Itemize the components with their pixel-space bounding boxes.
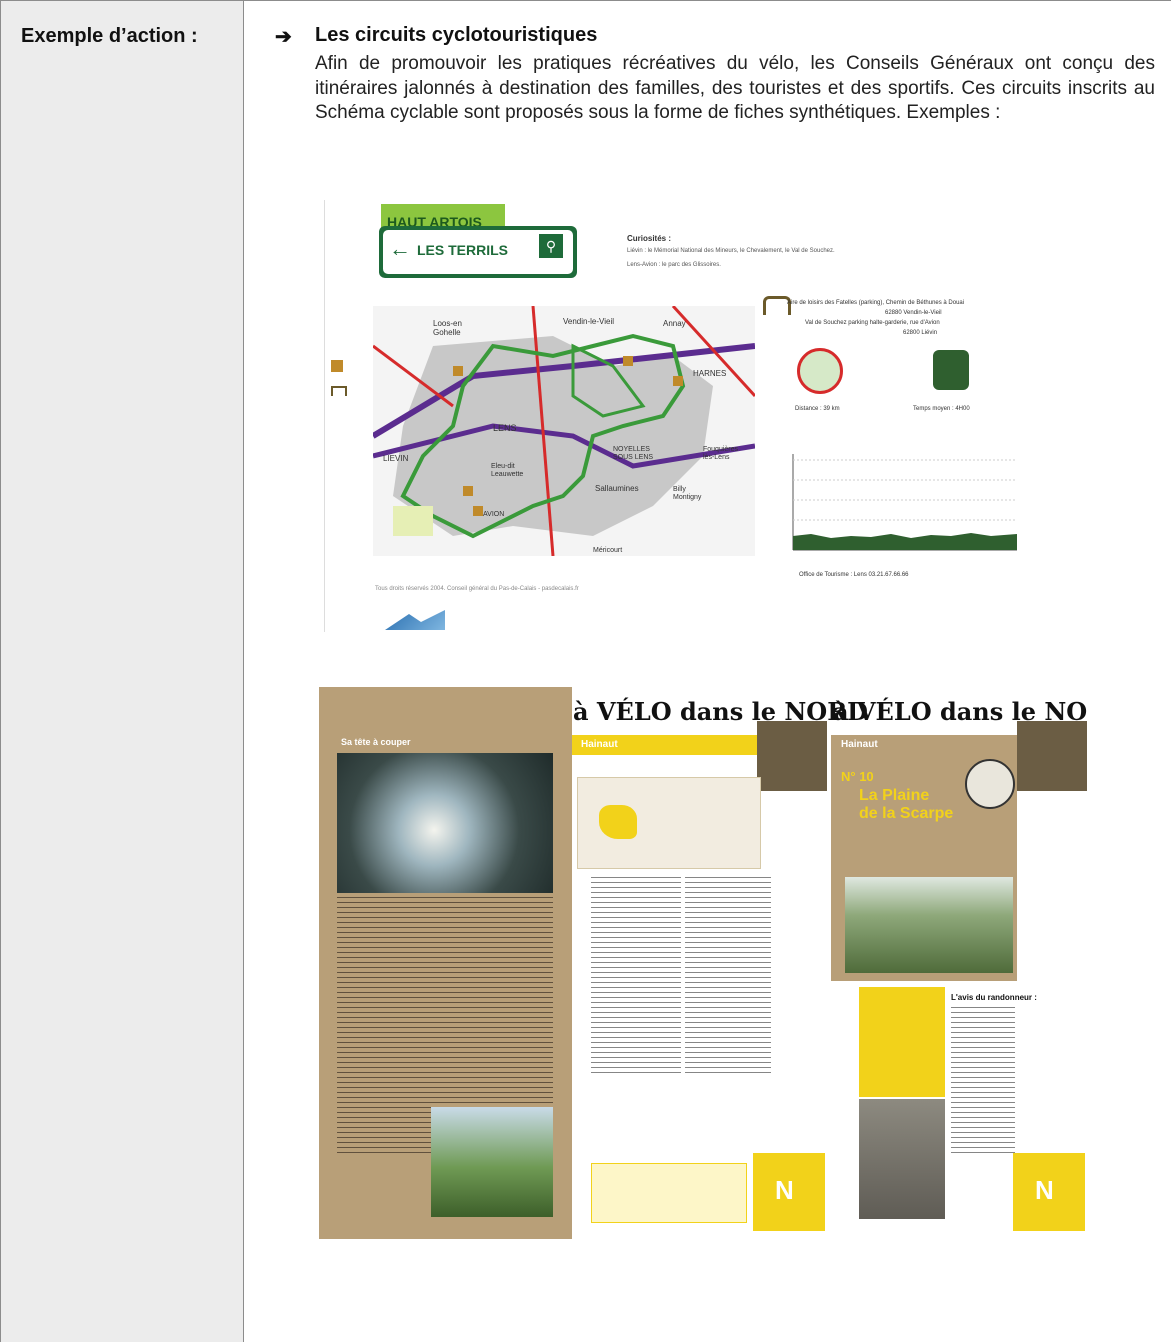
time-text: Temps moyen : 4H00: [913, 406, 970, 412]
route-map: Loos-en Gohelle Vendin-le-Vieil Annay LE…: [373, 306, 755, 556]
arch-icon: [331, 386, 347, 396]
middle-text-col-1: [591, 877, 681, 1077]
curiosites-line-1: Liévin : le Mémorial National des Mineur…: [627, 248, 835, 254]
row-label: Exemple d’action :: [21, 25, 198, 47]
info-box: [591, 1163, 747, 1223]
route-sheet-haut-artois: HAUT ARTOIS ← LES TERRILS ⚲ Curiosités :…: [324, 200, 1085, 632]
logo-pas-de-calais: [385, 610, 445, 630]
route-title-line-2: de la Scarpe: [859, 805, 954, 822]
facettes-badge-2: [1017, 721, 1087, 791]
locator-highlight: [599, 805, 637, 839]
svg-text:LENS: LENS: [493, 423, 517, 433]
svg-text:Billy: Billy: [673, 486, 686, 493]
curiosites-line-2: Lens-Avion : le parc des Glissoires.: [627, 262, 721, 268]
curiosites-title: Curiosités :: [627, 234, 672, 243]
sidebar-yellow-box: [859, 987, 945, 1097]
nord-logo-2-letter: N: [1035, 1175, 1054, 1205]
nord-logo-1-letter: N: [775, 1175, 794, 1205]
route-sign-label: LES TERRILS: [417, 242, 509, 258]
label-cell: Exemple d’action :: [0, 0, 244, 1342]
facettes-badge-1: [757, 721, 827, 791]
parking-line-2: 62880 Vendin-le-Vieil: [885, 310, 942, 316]
cyclist-icon: [797, 348, 843, 394]
left-panel-title: Sa tête à couper: [341, 737, 411, 747]
svg-text:SOUS LENS: SOUS LENS: [613, 454, 653, 461]
svg-text:Leauwette: Leauwette: [491, 471, 523, 478]
emblem-icon: [965, 759, 1015, 809]
hainaut-label-1: Hainaut: [581, 739, 618, 750]
bicycle-icon: ⚲: [539, 234, 563, 258]
parking-icon: [331, 360, 343, 372]
church-photo: [859, 1099, 945, 1219]
parking-line-3: Val de Souchez parking halte-garderie, r…: [805, 320, 940, 326]
svg-text:lès-Lens: lès-Lens: [703, 454, 730, 461]
reeds-photo: [845, 877, 1013, 973]
hainaut-label-2: Hainaut: [841, 739, 878, 750]
elevation-profile: [792, 454, 1017, 551]
clock-icon: [933, 350, 969, 390]
svg-text:Fouquières: Fouquières: [703, 446, 739, 453]
avis-text: [951, 1007, 1015, 1157]
svg-text:Sallaumines: Sallaumines: [595, 484, 639, 493]
svg-text:HARNES: HARNES: [693, 369, 726, 378]
svg-text:AVION: AVION: [483, 511, 504, 518]
svg-text:Eleu-dit: Eleu-dit: [491, 463, 515, 470]
parking-line-4: 62800 Liévin: [903, 330, 938, 336]
section-paragraph: Afin de promouvoir les pratiques récréat…: [315, 53, 1155, 123]
route-title-line-1: La Plaine: [859, 787, 930, 804]
grass-photo: [337, 753, 553, 893]
svg-text:Gohelle: Gohelle: [433, 328, 461, 337]
svg-text:NOYELLES: NOYELLES: [613, 446, 650, 453]
parking-line-1: Aire de loisirs des Fatelles (parking), …: [787, 300, 965, 306]
section-heading: Les circuits cyclotouristiques: [315, 24, 598, 46]
svg-text:Vendin-le-Vieil: Vendin-le-Vieil: [563, 317, 614, 326]
distance-text: Distance : 39 km: [795, 406, 840, 412]
svg-text:Annay: Annay: [663, 319, 686, 328]
avis-title: L'avis du randonneur :: [951, 993, 1037, 1002]
svg-text:LIEVIN: LIEVIN: [383, 454, 409, 463]
tree-photo: [431, 1107, 553, 1217]
route-number: N° 10: [841, 769, 874, 784]
route-sign-arrow-icon: ←: [389, 236, 411, 261]
arrow-icon: ➔: [275, 26, 292, 48]
middle-text-col-2: [685, 877, 771, 1077]
copyright-text: Tous droits réservés 2004. Conseil génér…: [375, 586, 579, 592]
svg-text:Méricourt: Méricourt: [593, 547, 622, 554]
svg-text:Montigny: Montigny: [673, 494, 702, 501]
svg-text:Loos-en: Loos-en: [433, 319, 462, 328]
office-text: Office de Tourisme : Lens 03.21.67.66.66: [799, 572, 909, 578]
brochure-velo-nord: Sa tête à couper à VÉLO dans le NORD Hai…: [319, 687, 1087, 1239]
